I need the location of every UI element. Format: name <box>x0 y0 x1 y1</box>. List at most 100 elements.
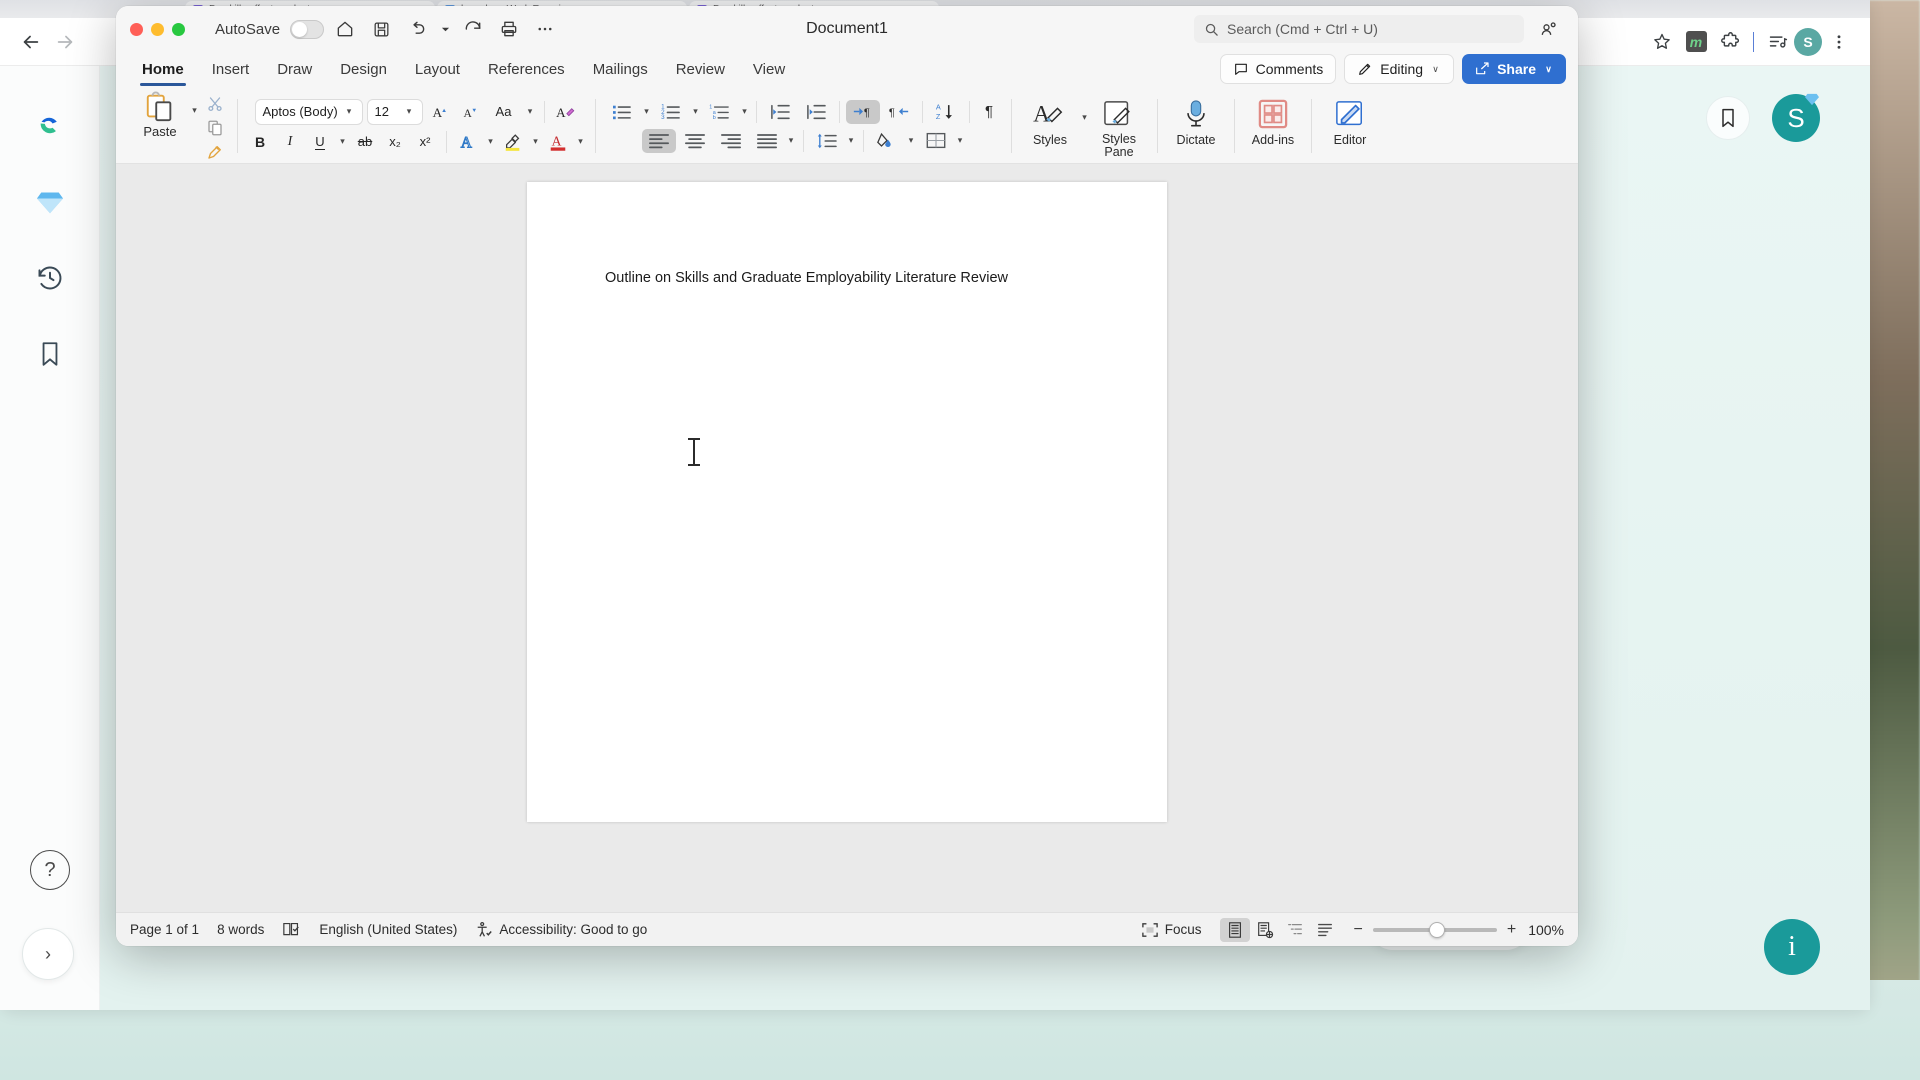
justify-button[interactable] <box>750 129 784 153</box>
decrease-indent-button[interactable] <box>763 100 797 124</box>
tab-insert[interactable]: Insert <box>198 54 264 84</box>
left-to-right-button[interactable]: ¶ <box>846 99 880 124</box>
text-effects-button[interactable]: A <box>455 130 481 154</box>
bold-button[interactable]: B <box>247 130 273 154</box>
browser-profile-avatar[interactable]: S <box>1794 27 1822 56</box>
info-button[interactable]: i <box>1764 919 1820 975</box>
shading-button[interactable] <box>870 129 904 153</box>
draft-view-button[interactable] <box>1310 918 1340 942</box>
bookmark-icon[interactable] <box>30 334 70 374</box>
undo-icon[interactable] <box>402 14 432 44</box>
subscript-button[interactable]: x₂ <box>382 130 408 154</box>
bullets-button[interactable] <box>605 100 639 124</box>
dictate-button[interactable]: Dictate <box>1167 93 1225 159</box>
chevron-down-icon[interactable]: ▾ <box>337 136 348 147</box>
font-size-select[interactable]: 12 ▾ <box>366 98 423 125</box>
tab-layout[interactable]: Layout <box>401 54 474 84</box>
help-button[interactable]: ? <box>30 850 70 890</box>
italic-button[interactable]: I <box>277 130 303 154</box>
collaborators-icon[interactable] <box>1534 14 1564 44</box>
chevron-down-icon[interactable]: ∨ <box>1543 64 1554 75</box>
chevron-down-icon[interactable]: ▾ <box>846 135 857 146</box>
word-search-box[interactable]: Search (Cmd + Ctrl + U) <box>1194 15 1524 43</box>
zoom-slider-thumb[interactable] <box>1428 921 1445 938</box>
chevron-down-icon[interactable]: ▾ <box>525 106 536 117</box>
tab-mailings[interactable]: Mailings <box>579 54 662 84</box>
chevron-down-icon[interactable]: ▾ <box>641 106 652 117</box>
add-ins-button[interactable]: Add-ins <box>1244 93 1302 159</box>
save-icon[interactable] <box>366 14 396 44</box>
zoom-slider[interactable] <box>1372 921 1497 938</box>
copy-icon[interactable] <box>202 117 228 139</box>
chevron-down-icon[interactable]: ▾ <box>530 136 541 147</box>
document-canvas[interactable]: Outline on Skills and Graduate Employabi… <box>116 164 1578 912</box>
align-left-button[interactable] <box>641 128 676 153</box>
align-right-button[interactable] <box>714 129 748 153</box>
chevron-down-icon[interactable]: ▾ <box>690 106 701 117</box>
chevron-down-icon[interactable]: ▾ <box>739 106 750 117</box>
print-layout-view-button[interactable] <box>1219 917 1250 942</box>
show-formatting-marks-button[interactable]: ¶ <box>976 100 1002 124</box>
line-spacing-button[interactable] <box>810 129 844 153</box>
document-page[interactable]: Outline on Skills and Graduate Employabi… <box>527 182 1167 822</box>
app-logo-icon[interactable] <box>30 106 70 146</box>
tab-home[interactable]: Home <box>128 54 198 86</box>
tab-design[interactable]: Design <box>326 54 401 84</box>
undo-dropdown-chevron-icon[interactable] <box>438 14 452 44</box>
tab-references[interactable]: References <box>474 54 579 84</box>
editing-mode-button[interactable]: Editing ∨ <box>1344 54 1455 84</box>
reading-list-icon[interactable] <box>1760 25 1794 59</box>
change-case-button[interactable]: Aa <box>487 100 521 124</box>
comments-button[interactable]: Comments <box>1219 54 1337 84</box>
back-arrow-icon[interactable] <box>14 25 48 59</box>
bookmark-star-icon[interactable] <box>1645 25 1679 59</box>
zoom-level-value[interactable]: 100% <box>1528 922 1564 938</box>
shrink-font-button[interactable]: A <box>457 100 483 124</box>
page-indicator[interactable]: Page 1 of 1 <box>130 922 199 937</box>
language-indicator[interactable]: English (United States) <box>319 922 457 937</box>
right-to-left-button[interactable]: ¶ <box>882 100 916 124</box>
chevron-down-icon[interactable]: ▾ <box>485 136 496 147</box>
outline-view-button[interactable] <box>1280 918 1310 942</box>
font-name-select[interactable]: Aptos (Body) ▾ <box>254 98 363 125</box>
chevron-down-icon[interactable]: ▾ <box>786 135 797 146</box>
zoom-out-button[interactable]: − <box>1354 921 1363 939</box>
page-bookmark-button[interactable] <box>1706 96 1750 140</box>
superscript-button[interactable]: x² <box>412 130 438 154</box>
expand-sidebar-button[interactable]: › <box>22 928 74 980</box>
multilevel-list-button[interactable]: 1ab <box>703 100 737 124</box>
strikethrough-button[interactable]: ab <box>352 130 378 154</box>
window-close-button[interactable] <box>130 22 143 36</box>
increase-indent-button[interactable] <box>799 100 833 124</box>
three-dot-menu-icon[interactable] <box>1822 25 1856 59</box>
styles-button[interactable]: A Styles <box>1021 93 1079 159</box>
chevron-down-icon[interactable]: ▾ <box>955 135 966 146</box>
extension-m-icon[interactable]: m <box>1679 25 1713 59</box>
chevron-down-icon[interactable]: ▾ <box>1079 112 1090 123</box>
font-color-button[interactable]: A <box>545 130 571 154</box>
focus-button[interactable]: Focus <box>1141 922 1202 938</box>
numbering-button[interactable]: 123 <box>654 100 688 124</box>
home-icon[interactable] <box>330 14 360 44</box>
redo-icon[interactable] <box>458 14 488 44</box>
autosave-toggle[interactable] <box>290 19 325 39</box>
paste-dropdown-chevron-icon[interactable]: ▾ <box>189 105 200 116</box>
align-center-button[interactable] <box>678 129 712 153</box>
zoom-in-button[interactable]: + <box>1507 921 1516 939</box>
share-button[interactable]: Share ∨ <box>1462 54 1566 84</box>
history-clock-icon[interactable] <box>30 258 70 298</box>
accessibility-status[interactable]: Accessibility: Good to go <box>475 921 647 939</box>
print-icon[interactable] <box>494 14 524 44</box>
spellcheck-icon[interactable] <box>282 921 301 938</box>
extensions-puzzle-icon[interactable] <box>1713 25 1747 59</box>
sort-button[interactable]: AZ <box>929 100 963 124</box>
window-minimize-button[interactable] <box>151 22 164 36</box>
word-count[interactable]: 8 words <box>217 922 264 937</box>
web-layout-view-button[interactable] <box>1250 918 1280 942</box>
clear-formatting-button[interactable]: A <box>553 100 579 124</box>
format-painter-icon[interactable] <box>202 141 228 163</box>
borders-button[interactable] <box>919 129 953 153</box>
tab-draw[interactable]: Draw <box>263 54 326 84</box>
tab-review[interactable]: Review <box>662 54 739 84</box>
forward-arrow-icon[interactable] <box>48 25 82 59</box>
